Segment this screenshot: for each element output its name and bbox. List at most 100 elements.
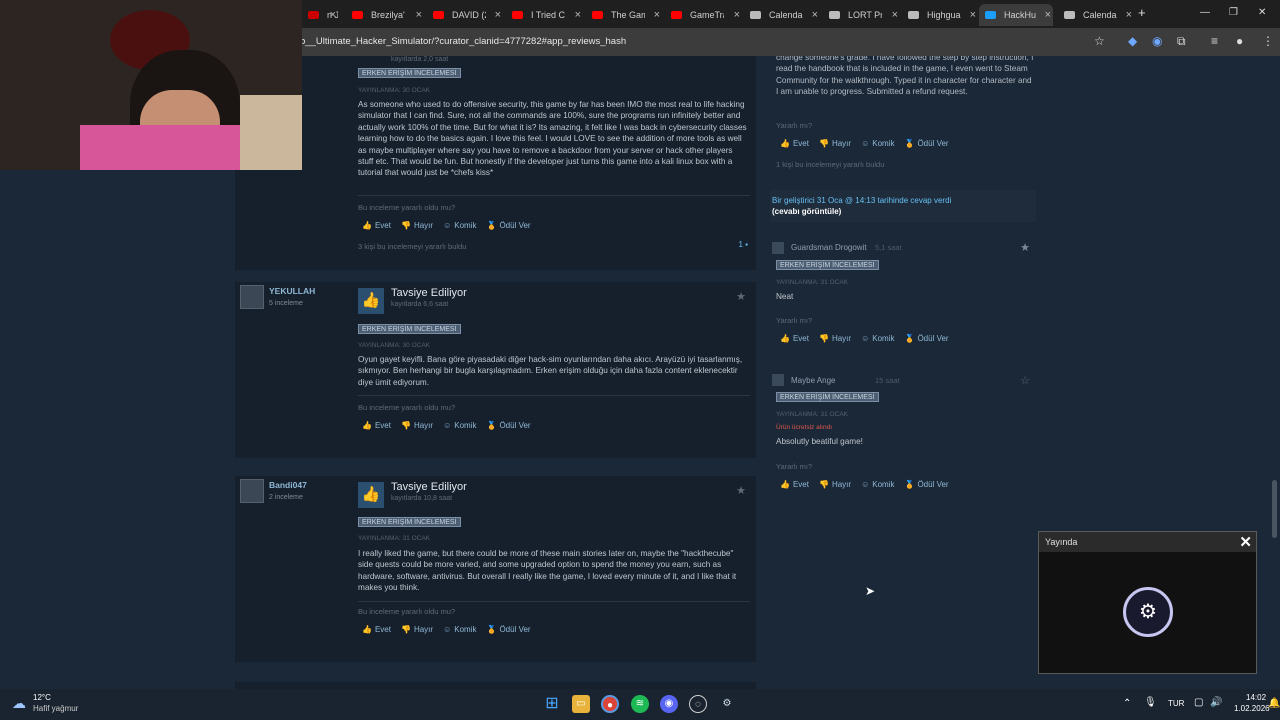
browser-tab[interactable]: Brezilya' × [346,4,424,26]
award-button[interactable]: 🏅 Ödül Ver [486,421,530,430]
vote-funny-button[interactable]: ☺ Komik [861,334,894,343]
avatar[interactable] [772,374,784,386]
browser-tab[interactable]: I Tried C × [506,4,583,26]
avatar[interactable] [772,242,784,254]
vote-yes-button[interactable]: 👍 Evet [780,334,809,343]
review-author[interactable]: Bandi047 [269,480,307,490]
close-tab-icon[interactable]: × [734,9,740,21]
browser-tab[interactable]: The Gam × [586,4,662,26]
vote-no-button[interactable]: 👎 Hayır [819,480,851,489]
scrollbar[interactable] [1272,480,1277,538]
extension-icon[interactable]: ◆ [1128,34,1137,48]
vote-no-button[interactable]: 👎 Hayır [401,625,433,634]
language-indicator[interactable]: TUR [1168,699,1184,708]
award-button[interactable]: 🏅 Ödül Ver [904,480,948,489]
vote-yes-button[interactable]: 👍 Evet [362,221,391,230]
vote-funny-button[interactable]: ☺ Komik [443,421,476,430]
vote-yes-button[interactable]: 👍 Evet [780,139,809,148]
clock-time[interactable]: 14:02 [1246,693,1266,702]
extension-icon[interactable]: ◉ [1152,34,1162,48]
url-input[interactable]: b__Ultimate_Hacker_Simulator/?curator_cl… [300,36,626,47]
view-reply-link[interactable]: (cevabı görüntüle) [772,207,841,216]
display-icon[interactable]: ▢ [1194,697,1203,708]
award-button[interactable]: 🏅 Ödül Ver [904,334,948,343]
browser-tab[interactable]: Calenda × [744,4,820,26]
star-icon[interactable]: ☆ [1020,374,1030,387]
comment-icon: ▪ [745,240,748,249]
clock-date[interactable]: 1.02.2026 [1234,704,1270,713]
browser-tab[interactable]: DAVID (2 × [427,4,503,26]
menu-icon[interactable]: ⋮ [1262,34,1274,48]
vote-no-button[interactable]: 👎 Hayır [401,421,433,430]
browser-tab[interactable]: Highgua × [902,4,978,26]
award-icon: 🏅 [904,334,915,343]
vote-funny-button[interactable]: ☺ Komik [861,480,894,489]
star-icon[interactable]: ★ [736,290,746,303]
close-tab-icon[interactable]: × [495,9,501,21]
chrome-icon[interactable]: ● [601,695,619,713]
review-verdict[interactable]: Tavsiye Ediliyor [391,287,467,299]
award-button[interactable]: 🏅 Ödül Ver [486,625,530,634]
review-author[interactable]: YEKULLAH [269,286,315,296]
review-author[interactable]: Maybe Ange [791,376,835,385]
close-tab-icon[interactable]: × [892,9,898,21]
vote-no-button[interactable]: 👎 Hayır [401,221,433,230]
close-tab-icon[interactable]: × [330,9,336,21]
steam-icon[interactable]: ⚙ [718,695,736,713]
vote-no-button[interactable]: 👎 Hayır [819,139,851,148]
award-button[interactable]: 🏅 Ödül Ver [904,139,948,148]
profile-avatar[interactable]: ● [1236,34,1243,48]
comments-link[interactable]: 1 ▪ [738,240,748,249]
award-button[interactable]: 🏅 Ödül Ver [486,221,530,230]
close-tab-icon[interactable]: × [416,9,422,21]
extensions-puzzle-icon[interactable]: ⧉ [1177,34,1186,49]
vote-yes-button[interactable]: 👍 Evet [362,421,391,430]
close-tab-icon[interactable]: × [1045,9,1051,21]
star-icon[interactable]: ★ [736,484,746,497]
browser-tab[interactable]: GameTra × [665,4,742,26]
app-icon[interactable]: ◌ [689,695,707,713]
chevron-up-icon[interactable]: ⌃ [1123,698,1131,709]
star-icon[interactable]: ★ [1020,241,1030,254]
review-count[interactable]: 2 inceleme [269,494,303,501]
vote-funny-button[interactable]: ☺ Komik [443,625,476,634]
close-tab-icon[interactable]: × [654,9,660,21]
vote-funny-button[interactable]: ☺ Komik [861,139,894,148]
browser-tab[interactable]: Calenda × [1058,4,1134,26]
vote-yes-button[interactable]: 👍 Evet [362,625,391,634]
browser-tab[interactable]: LORT Pr × [823,4,900,26]
vote-yes-button[interactable]: 👍 Evet [780,480,809,489]
avatar[interactable] [240,479,264,503]
minimize-window-icon[interactable]: — [1200,7,1210,18]
close-icon[interactable]: ✕ [1239,533,1252,551]
review-count[interactable]: 5 inceleme [269,300,303,307]
close-tab-icon[interactable]: × [1126,9,1132,21]
maximize-window-icon[interactable]: ❐ [1229,7,1238,18]
bookmark-star-icon[interactable]: ☆ [1094,34,1105,48]
browser-tab[interactable]: n Joi× [302,4,338,26]
close-tab-icon[interactable]: × [812,9,818,21]
new-tab-button[interactable]: + [1138,5,1146,20]
vote-no-button[interactable]: 👎 Hayır [819,334,851,343]
weather-temp[interactable]: 12°C [33,693,51,702]
microphone-icon[interactable]: 🎙 [1144,697,1157,708]
review-verdict[interactable]: Tavsiye Ediliyor [391,481,467,493]
file-explorer-icon[interactable]: ▭ [572,695,590,713]
close-tab-icon[interactable]: × [970,9,976,21]
close-window-icon[interactable]: ✕ [1258,7,1266,18]
volume-icon[interactable]: 🔊 [1210,697,1222,708]
review-author[interactable]: Guardsman Drogowit [791,243,867,252]
vote-funny-button[interactable]: ☺ Komik [443,221,476,230]
avatar[interactable] [240,285,264,309]
vote-buttons: 👍 Evet 👎 Hayır ☺ Komik 🏅 Ödül Ver [362,221,531,230]
close-tab-icon[interactable]: × [575,9,581,21]
windows-start-icon[interactable]: ⊞ [543,695,561,713]
discord-icon[interactable]: ◉ [660,695,678,713]
developer-reply-link[interactable]: Bir geliştirici 31 Oca @ 14:13 tarihinde… [772,196,951,205]
spotify-icon[interactable]: ≋ [631,695,649,713]
browser-tab[interactable]: HackHu × [979,4,1053,26]
weather-icon[interactable]: ☁ [12,695,26,712]
weather-desc[interactable]: Hafif yağmur [33,704,78,713]
media-icon[interactable]: ≡ [1211,34,1218,48]
notification-bell-icon[interactable]: 🔔 [1268,698,1280,709]
